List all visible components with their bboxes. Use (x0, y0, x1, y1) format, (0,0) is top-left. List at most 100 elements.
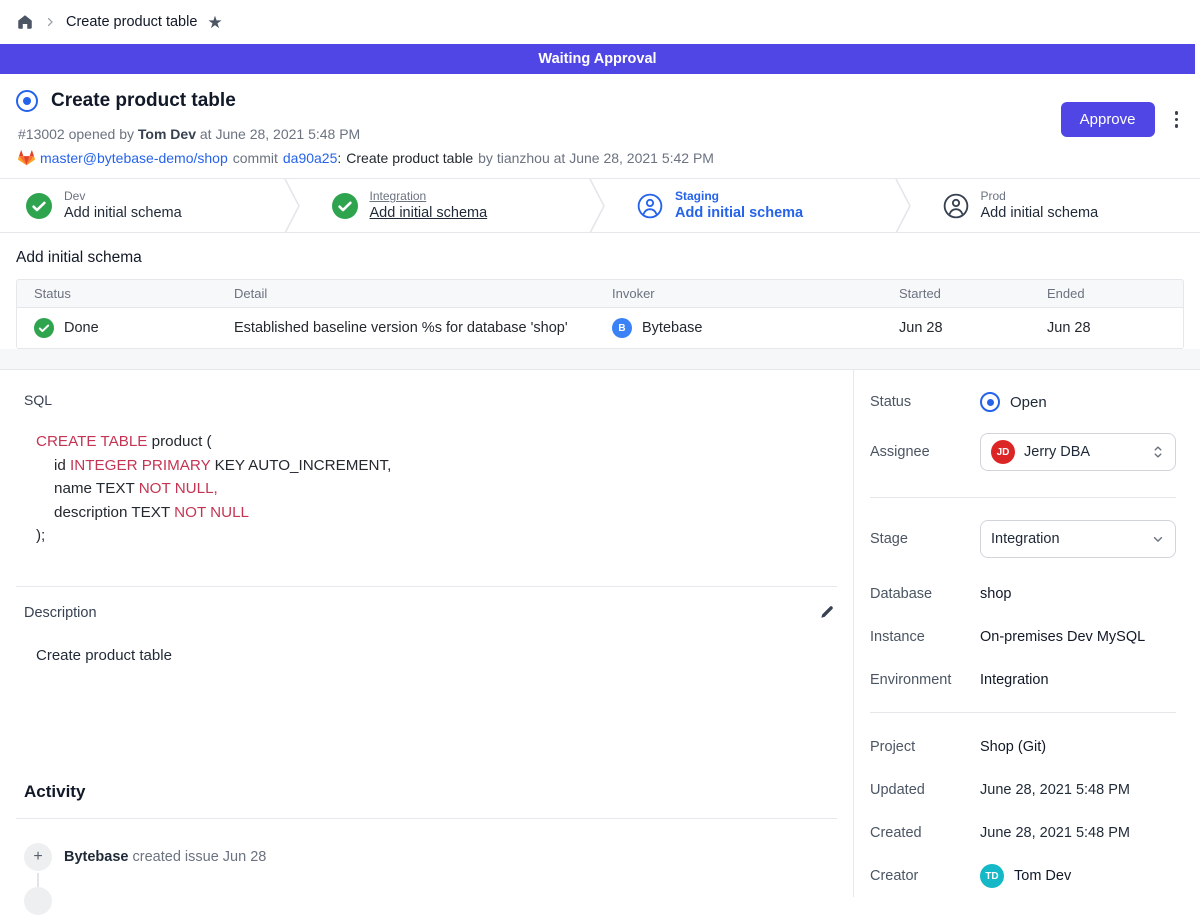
star-icon[interactable]: ★ (207, 14, 222, 31)
task-detail: Established baseline version %s for data… (234, 320, 612, 336)
commit-line: master@bytebase-demo/shop commit da90a25… (18, 150, 1184, 166)
status-banner-text: Waiting Approval (538, 51, 656, 67)
divider (870, 712, 1176, 713)
gitlab-icon (18, 150, 35, 166)
kebab-menu-icon[interactable] (1171, 107, 1183, 132)
status-label: Status (870, 394, 980, 410)
assignee-label: Assignee (870, 444, 980, 460)
stage-task-label: Add initial schema (64, 204, 182, 222)
check-circle-icon (26, 193, 52, 219)
project-label: Project (870, 739, 980, 755)
updown-chevron-icon (1151, 444, 1165, 460)
activity-item: + Bytebase created issue Jun 28 (24, 843, 837, 871)
created-label: Created (870, 825, 980, 841)
stage-select[interactable]: Integration (980, 520, 1176, 558)
environment-value: Integration (980, 672, 1049, 688)
database-value: shop (980, 586, 1011, 602)
activity-title: Activity (24, 782, 837, 802)
open-status-icon (980, 392, 1000, 412)
person-circle-icon (637, 193, 663, 219)
task-table: Status Detail Invoker Started Ended Done… (16, 279, 1184, 349)
breadcrumb-title: Create product table (66, 14, 197, 30)
bytebase-avatar: B (612, 318, 632, 338)
divider (16, 586, 837, 587)
task-table-header: Status Detail Invoker Started Ended (17, 280, 1183, 308)
issue-sidebar: Status Open Assignee JD Jerry DBA Stage … (854, 370, 1200, 897)
home-icon[interactable] (16, 13, 34, 31)
activity-actor: Bytebase (64, 849, 128, 865)
issue-meta: #13002 opened by Tom Dev at June 28, 202… (18, 126, 1184, 142)
updated-value: June 28, 2021 5:48 PM (980, 782, 1130, 798)
stage-separator (589, 179, 611, 232)
divider (16, 818, 837, 819)
commit-word: commit (233, 150, 278, 166)
issue-meta-prefix: #13002 opened by (18, 126, 134, 142)
section-gap (0, 349, 1200, 369)
sql-label: SQL (24, 392, 837, 408)
created-value: June 28, 2021 5:48 PM (980, 825, 1130, 841)
pipeline: Dev Add initial schema Integration Add i… (0, 178, 1200, 233)
breadcrumb: Create product table ★ (0, 0, 1200, 44)
task-started: Jun 28 (899, 320, 1047, 336)
assignee-select[interactable]: JD Jerry DBA (980, 433, 1176, 471)
instance-label: Instance (870, 629, 980, 645)
issue-open-icon (16, 90, 38, 112)
creator-label: Creator (870, 868, 980, 884)
creator-avatar: TD (980, 864, 1004, 888)
commit-colon: : (337, 150, 341, 166)
task-invoker: Bytebase (642, 320, 702, 336)
stage-value: Integration (991, 531, 1060, 547)
stage-env-label: Staging (675, 189, 803, 204)
timeline-line (37, 873, 39, 887)
col-started: Started (899, 286, 1047, 301)
status-banner: Waiting Approval (0, 44, 1195, 74)
commit-message: Create product table (346, 150, 473, 166)
pipeline-stage-integration[interactable]: Integration Add initial schema (306, 179, 590, 232)
instance-value: On-premises Dev MySQL (980, 629, 1145, 645)
person-circle-icon (943, 193, 969, 219)
task-section-title: Add initial schema (16, 249, 1184, 267)
task-status: Done (64, 320, 99, 336)
task-section: Add initial schema Status Detail Invoker… (0, 233, 1200, 349)
stage-task-label: Add initial schema (981, 204, 1099, 222)
stage-label: Stage (870, 531, 980, 547)
sql-code-block: CREATE TABLE product ( id INTEGER PRIMAR… (36, 430, 837, 548)
check-circle-icon (332, 193, 358, 219)
commit-suffix: by tianzhou at June 28, 2021 5:42 PM (478, 150, 714, 166)
project-value: Shop (Git) (980, 739, 1046, 755)
stage-task-label: Add initial schema (370, 204, 488, 222)
edit-pencil-icon[interactable] (817, 603, 837, 623)
stage-env-label: Dev (64, 189, 182, 204)
stage-env-label: Prod (981, 189, 1099, 204)
stage-task-label: Add initial schema (675, 204, 803, 222)
col-ended: Ended (1047, 286, 1183, 301)
database-label: Database (870, 586, 980, 602)
pipeline-stage-dev[interactable]: Dev Add initial schema (0, 179, 284, 232)
creator-value: Tom Dev (1014, 868, 1071, 884)
status-value: Open (1010, 394, 1047, 411)
issue-title: Create product table (51, 90, 236, 112)
table-row: Done Established baseline version %s for… (17, 308, 1183, 348)
assignee-avatar: JD (991, 440, 1015, 464)
environment-label: Environment (870, 672, 980, 688)
divider (870, 497, 1176, 498)
updated-label: Updated (870, 782, 980, 798)
branch-link[interactable]: master@bytebase-demo/shop (40, 150, 228, 166)
activity-action: created issue Jun 28 (133, 849, 267, 865)
approve-button[interactable]: Approve (1061, 102, 1155, 137)
timeline-next-node (24, 887, 52, 915)
issue-header: Create product table Approve #13002 open… (0, 74, 1200, 178)
chevron-down-icon (1151, 532, 1165, 546)
col-detail: Detail (234, 286, 612, 301)
issue-author: Tom Dev (138, 126, 196, 142)
chevron-right-icon (44, 16, 56, 28)
plus-icon: + (24, 843, 52, 871)
commit-hash-link[interactable]: da90a25 (283, 150, 338, 166)
assignee-value: Jerry DBA (1024, 444, 1090, 460)
pipeline-stage-prod[interactable]: Prod Add initial schema (917, 179, 1200, 232)
check-circle-icon (34, 318, 54, 338)
issue-detail-panel: SQL CREATE TABLE product ( id INTEGER PR… (0, 370, 854, 897)
task-ended: Jun 28 (1047, 320, 1183, 336)
pipeline-stage-staging[interactable]: Staging Add initial schema (611, 179, 895, 232)
description-body: Create product table (36, 647, 837, 664)
